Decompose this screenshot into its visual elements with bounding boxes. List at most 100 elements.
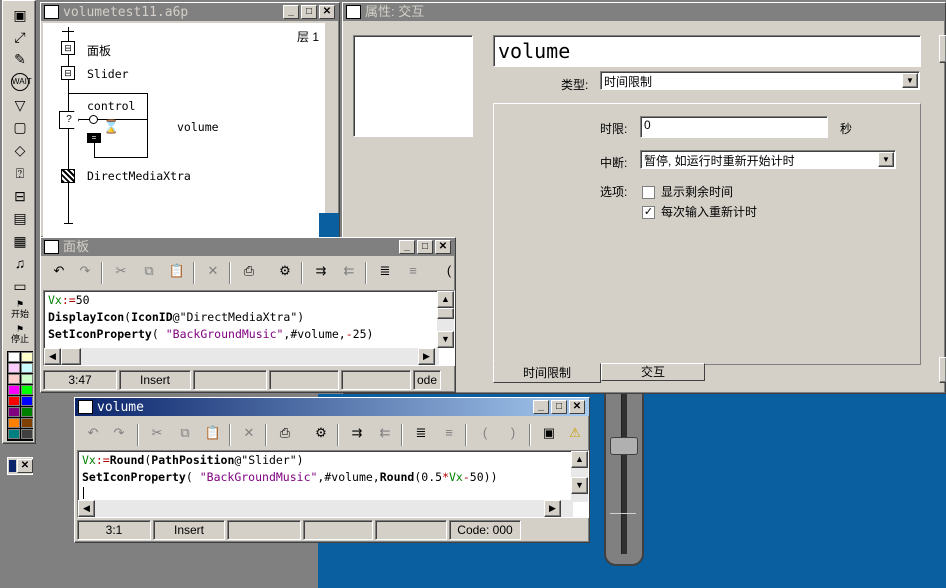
icon-name-field[interactable]: volume xyxy=(493,35,921,67)
insert-symbol-icon[interactable]: ▣ xyxy=(537,422,561,444)
show-remaining-checkbox[interactable] xyxy=(642,186,655,200)
side-button[interactable] xyxy=(939,357,946,383)
paste-icon[interactable]: 📋 xyxy=(165,260,189,282)
navigate-tool-icon[interactable]: ▽ xyxy=(7,95,33,115)
color-swatch[interactable] xyxy=(21,363,33,373)
uncomment-icon[interactable]: ≡ xyxy=(401,260,425,282)
stop-flag-icon[interactable]: ⚑ 停止 xyxy=(7,324,33,344)
properties-titlebar[interactable]: 属性: 交互 xyxy=(343,3,945,21)
color-swatch[interactable] xyxy=(21,352,33,362)
color-swatch[interactable] xyxy=(21,396,33,406)
decision-tool-icon[interactable]: ◇ xyxy=(7,140,33,160)
minimize-button[interactable]: _ xyxy=(399,240,415,254)
close-button[interactable]: ✕ xyxy=(569,400,585,414)
scroll-down-icon[interactable]: ▼ xyxy=(437,331,454,348)
color-swatch[interactable] xyxy=(21,407,33,417)
undo-icon[interactable]: ↶ xyxy=(81,422,105,444)
indent-icon[interactable]: ⇉ xyxy=(345,422,369,444)
scroll-down-icon[interactable]: ▼ xyxy=(571,477,588,494)
erase-tool-icon[interactable]: ✎ xyxy=(7,49,33,69)
color-swatch[interactable] xyxy=(21,418,33,428)
color-swatch[interactable] xyxy=(8,407,20,417)
paste-icon[interactable]: 📋 xyxy=(201,422,225,444)
restart-each-input-checkbox[interactable]: ✓ xyxy=(642,206,655,220)
interaction-tool-icon[interactable]: ⍰ xyxy=(7,163,33,183)
flow-window-titlebar[interactable]: volumetest11.a6p _ □ ✕ xyxy=(41,3,339,21)
maximize-button[interactable]: □ xyxy=(551,400,567,414)
vertical-scrollbar[interactable]: ▲ ▼ xyxy=(571,451,588,502)
sound-tool-icon[interactable]: ♫ xyxy=(7,253,33,273)
find-icon[interactable]: ⚙ xyxy=(273,260,297,282)
code-line[interactable]: SetIconProperty( "BackGroundMusic",#volu… xyxy=(48,326,373,343)
indent-icon[interactable]: ⇉ xyxy=(309,260,333,282)
scroll-thumb[interactable] xyxy=(437,308,454,319)
color-swatch[interactable] xyxy=(21,429,33,439)
outdent-icon[interactable]: ⇇ xyxy=(337,260,361,282)
color-swatch[interactable] xyxy=(8,352,20,362)
horizontal-scrollbar[interactable]: ◀ ▶ xyxy=(44,348,439,365)
wait-tool-icon[interactable]: WAIT xyxy=(7,72,33,92)
time-limit-input[interactable]: 0 xyxy=(640,116,828,138)
sprite-icon[interactable] xyxy=(61,169,75,183)
response-type-icon[interactable]: ⌛ xyxy=(103,119,119,135)
volume-code-editor[interactable]: Vx:=Round(PathPosition@"Slider") SetIconP… xyxy=(77,450,589,518)
paren-icon[interactable]: ( xyxy=(437,260,461,282)
color-swatch[interactable] xyxy=(8,418,20,428)
option-restart-each-input[interactable]: ✓ 每次输入重新计时 xyxy=(642,203,757,220)
paren-open-icon[interactable]: ( xyxy=(473,422,497,444)
paren-close-icon[interactable]: ) xyxy=(501,422,525,444)
warning-icon[interactable]: ⚠ xyxy=(563,422,587,444)
maximize-button[interactable]: □ xyxy=(301,5,317,19)
scroll-right-icon[interactable]: ▶ xyxy=(418,348,435,365)
color-swatch[interactable] xyxy=(8,385,20,395)
tab-interaction[interactable]: 交互 xyxy=(601,363,705,381)
find-icon[interactable]: ⚙ xyxy=(309,422,333,444)
close-button[interactable]: ✕ xyxy=(17,459,33,473)
color-swatch[interactable] xyxy=(8,374,20,384)
scroll-left-icon[interactable]: ◀ xyxy=(44,348,61,365)
color-swatch[interactable] xyxy=(21,374,33,384)
redo-icon[interactable]: ↷ xyxy=(73,260,97,282)
minimize-button[interactable]: _ xyxy=(283,5,299,19)
cut-icon[interactable]: ✂ xyxy=(145,422,169,444)
map-tool-icon[interactable]: ▤ xyxy=(7,208,33,228)
type-select[interactable]: 时间限制 ▼ xyxy=(600,71,920,90)
scroll-up-icon[interactable]: ▲ xyxy=(571,451,588,468)
code-area[interactable]: Vx:=50 DisplayIcon(IconID@"DirectMediaXtr… xyxy=(48,292,373,343)
print-icon[interactable]: ⎙ xyxy=(273,422,297,444)
scroll-left-icon[interactable]: ◀ xyxy=(78,500,95,517)
tab-time-limit[interactable]: 时间限制 xyxy=(493,363,601,383)
scroll-thumb[interactable] xyxy=(61,348,81,365)
side-button[interactable] xyxy=(939,35,946,63)
outdent-icon[interactable]: ⇇ xyxy=(373,422,397,444)
clear-icon[interactable]: ✕ xyxy=(201,260,225,282)
color-swatch[interactable] xyxy=(8,396,20,406)
motion-tool-icon[interactable]: ⤢ xyxy=(7,27,33,47)
close-button[interactable]: ✕ xyxy=(319,5,335,19)
start-flag-icon[interactable]: ⚑ 开始 xyxy=(7,299,33,319)
maximize-button[interactable]: □ xyxy=(417,240,433,254)
movie-tool-icon[interactable]: ▦ xyxy=(7,231,33,251)
scroll-right-icon[interactable]: ▶ xyxy=(544,500,561,517)
color-swatch[interactable] xyxy=(8,363,20,373)
calc-icon[interactable]: ⊟ xyxy=(61,66,75,80)
chevron-down-icon[interactable]: ▼ xyxy=(902,73,918,88)
video-tool-icon[interactable]: ▭ xyxy=(7,276,33,296)
panel-code-editor[interactable]: Vx:=50 DisplayIcon(IconID@"DirectMediaXtr… xyxy=(43,290,455,366)
interrupt-select[interactable]: 暂停, 如运行时重新开始计时 ▼ xyxy=(640,150,896,169)
code-area[interactable]: Vx:=Round(PathPosition@"Slider") SetIconP… xyxy=(82,452,498,486)
undo-icon[interactable]: ↶ xyxy=(47,260,71,282)
chevron-down-icon[interactable]: ▼ xyxy=(878,152,894,167)
comment-icon[interactable]: ≣ xyxy=(373,260,397,282)
code-line[interactable]: DisplayIcon(IconID@"DirectMediaXtra") xyxy=(48,309,373,326)
redo-icon[interactable]: ↷ xyxy=(107,422,131,444)
volume-calc-titlebar[interactable]: volume _ □ ✕ xyxy=(75,398,589,416)
comment-icon[interactable]: ≣ xyxy=(409,422,433,444)
interaction-icon[interactable]: ? xyxy=(59,111,79,129)
flow-canvas[interactable]: 层 1 ⊟ 面板 ⊟ Slider control ? ⌛ = volume D… xyxy=(43,23,325,237)
copy-icon[interactable]: ⧉ xyxy=(137,260,161,282)
code-line[interactable]: Vx:=Round(PathPosition@"Slider") xyxy=(82,452,498,469)
color-palette[interactable] xyxy=(7,351,33,441)
print-icon[interactable]: ⎙ xyxy=(237,260,261,282)
scroll-up-icon[interactable]: ▲ xyxy=(437,291,454,308)
